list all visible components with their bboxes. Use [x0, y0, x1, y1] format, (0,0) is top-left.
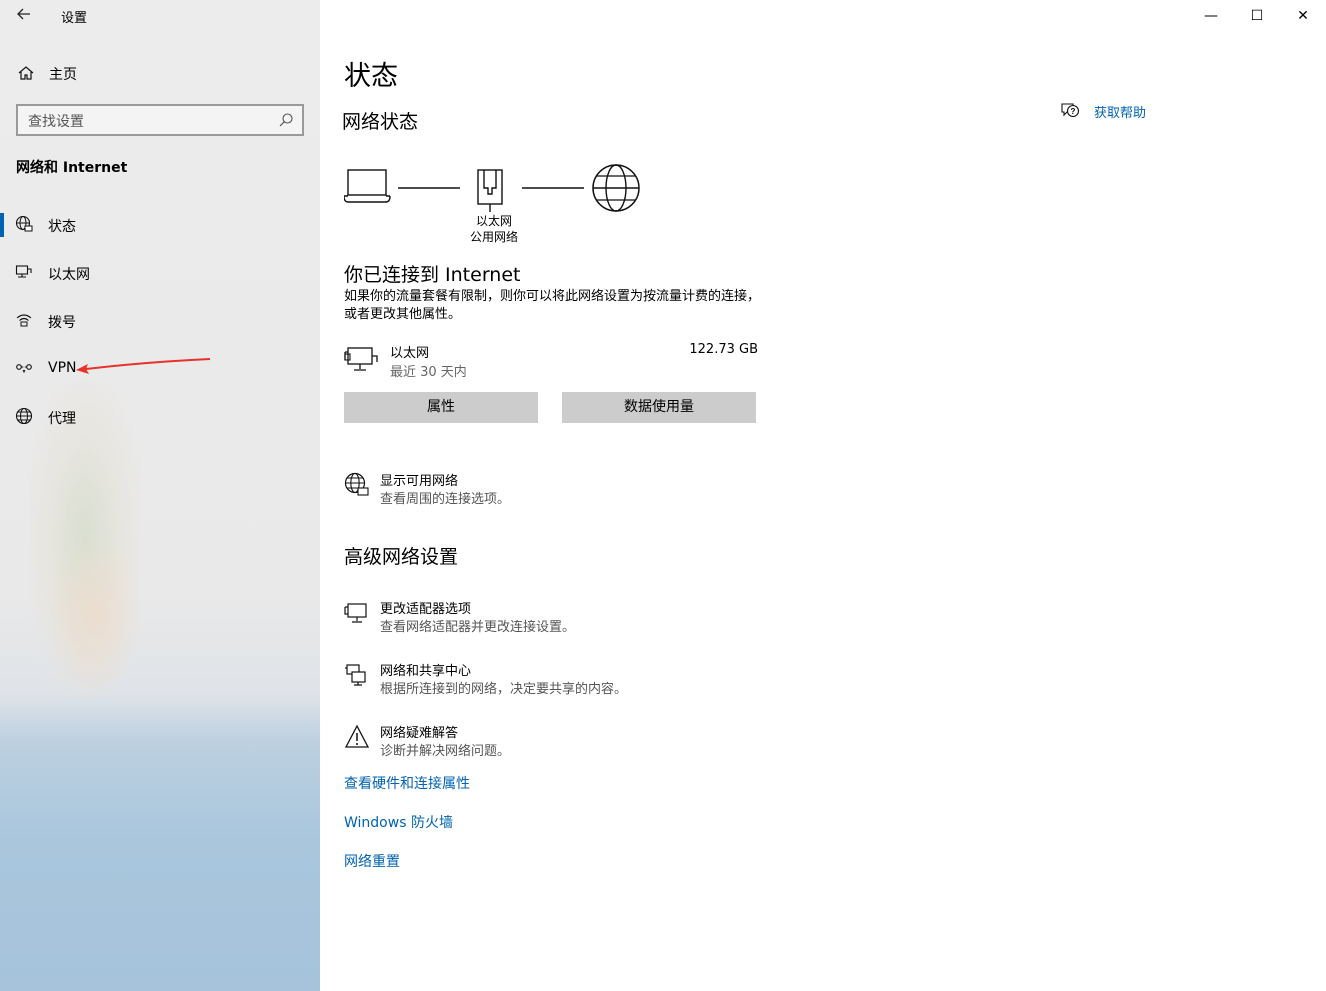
- network-diagram: 以太网 公用网络: [343, 160, 644, 250]
- background-blur: [50, 540, 140, 690]
- network-sharing-center[interactable]: 网络和共享中心 根据所连接到的网络，决定要共享的内容。: [344, 660, 844, 700]
- advanced-item-title: 网络疑难解答: [380, 726, 459, 741]
- advanced-item-title: 更改适配器选项: [380, 602, 472, 617]
- close-button[interactable]: ✕: [1280, 4, 1326, 28]
- internet-globe-icon: [592, 164, 640, 212]
- windows-firewall-link[interactable]: Windows 防火墙: [344, 812, 453, 832]
- globe-monitor-icon: [15, 215, 33, 233]
- laptop-icon: [343, 169, 391, 203]
- data-usage-button[interactable]: 数据使用量: [562, 392, 756, 423]
- connection-status-title: 你已连接到 Internet: [344, 264, 521, 286]
- window-title: 设置: [61, 11, 88, 26]
- sharing-center-icon: [344, 662, 370, 688]
- network-status-heading: 网络状态: [342, 111, 419, 133]
- ethernet-icon: [15, 263, 33, 281]
- diagram-network-type: 公用网络: [469, 230, 518, 244]
- back-arrow-icon[interactable]: [14, 6, 34, 26]
- sidebar-item-status[interactable]: 状态: [0, 210, 320, 240]
- network-troubleshooter[interactable]: 网络疑难解答 诊断并解决网络问题。: [344, 722, 844, 762]
- section-title: 网络和 Internet: [16, 160, 128, 176]
- sidebar-item-dialup[interactable]: 拨号: [0, 306, 320, 336]
- sidebar: 设置 主页 查找设置 网络和 Internet 状态 以太网 拨号 VPN 代理: [0, 0, 320, 991]
- search-placeholder: 查找设置: [28, 114, 84, 130]
- network-reset-link[interactable]: 网络重置: [344, 851, 400, 871]
- sidebar-item-proxy[interactable]: 代理: [0, 402, 320, 432]
- maximize-button[interactable]: ☐: [1234, 4, 1280, 28]
- sidebar-item-ethernet[interactable]: 以太网: [0, 258, 320, 288]
- globe-icon: [15, 407, 33, 425]
- ethernet-port-icon: [477, 169, 503, 212]
- sidebar-item-label: 主页: [49, 67, 77, 83]
- adapter-monitor-icon: [344, 600, 370, 626]
- search-input[interactable]: 查找设置: [16, 104, 304, 136]
- vpn-icon: [15, 359, 33, 377]
- svg-text:?: ?: [1071, 107, 1076, 116]
- adapter-name: 以太网: [390, 346, 430, 361]
- adapter-summary: 以太网 最近 30 天内 122.73 GB: [344, 340, 758, 380]
- advanced-item-desc: 查看网络适配器并更改连接设置。: [380, 620, 576, 635]
- sidebar-item-home[interactable]: 主页: [0, 60, 320, 86]
- diagram-adapter-label: 以太网: [475, 214, 512, 228]
- sidebar-item-label: VPN: [48, 360, 77, 376]
- minimize-button[interactable]: —: [1188, 4, 1234, 28]
- show-available-networks[interactable]: 显示可用网络 查看周围的连接选项。: [344, 470, 844, 510]
- hardware-properties-link[interactable]: 查看硬件和连接属性: [344, 773, 470, 793]
- get-help-label: 获取帮助: [1094, 106, 1147, 121]
- ethernet-adapter-icon: [344, 344, 380, 374]
- sidebar-item-label: 以太网: [48, 267, 90, 283]
- connection-status-desc: 如果你的流量套餐有限制，则你可以将此网络设置为按流量计费的连接，或者更改其他属性…: [344, 289, 761, 322]
- annotation-arrow-icon: [76, 358, 211, 374]
- home-icon: [17, 64, 35, 82]
- network-diagram-graphic: [343, 164, 640, 212]
- advanced-settings-heading: 高级网络设置: [344, 546, 459, 568]
- help-chat-icon: ?: [1060, 102, 1080, 120]
- sidebar-item-label: 代理: [48, 411, 76, 427]
- sidebar-item-label: 拨号: [48, 315, 76, 331]
- properties-button[interactable]: 属性: [344, 392, 538, 423]
- show-networks-title: 显示可用网络: [380, 474, 459, 489]
- sidebar-item-label: 状态: [48, 219, 76, 235]
- adapter-period: 最近 30 天内: [390, 365, 467, 380]
- change-adapter-options[interactable]: 更改适配器选项 查看网络适配器并更改连接设置。: [344, 598, 844, 638]
- dialup-icon: [15, 311, 33, 329]
- advanced-item-desc: 诊断并解决网络问题。: [380, 744, 511, 759]
- main-pane: — ☐ ✕ 状态 网络状态 ? 获取帮助 以太网 公用网络 你已连接到 Inte…: [320, 0, 1326, 991]
- adapter-usage: 122.73 GB: [689, 342, 758, 357]
- page-title: 状态: [344, 61, 398, 92]
- warning-icon: [344, 724, 370, 750]
- advanced-item-title: 网络和共享中心: [380, 664, 472, 679]
- globe-network-icon: [344, 472, 370, 498]
- advanced-item-desc: 根据所连接到的网络，决定要共享的内容。: [380, 682, 628, 697]
- search-icon[interactable]: [278, 112, 294, 128]
- show-networks-desc: 查看周围的连接选项。: [380, 492, 511, 507]
